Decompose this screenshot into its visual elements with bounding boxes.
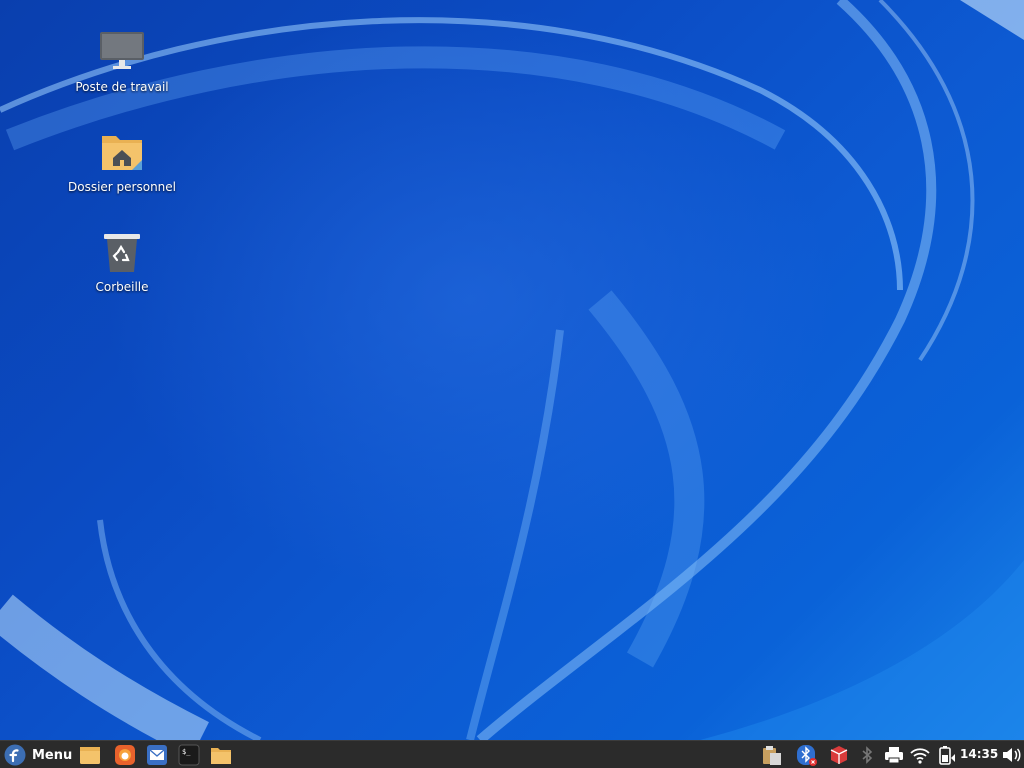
- files-icon: [80, 747, 100, 764]
- home-folder-icon: [102, 136, 142, 170]
- tray-clipboard[interactable]: [761, 743, 783, 767]
- volume-icon: [1003, 748, 1021, 762]
- launcher-terminal[interactable]: $_: [177, 743, 201, 767]
- mail-icon: [147, 745, 167, 765]
- package-updates-icon: [830, 746, 848, 764]
- svg-text:$_: $_: [182, 748, 191, 756]
- tray-printer[interactable]: [883, 743, 905, 767]
- clipboard-icon: [763, 746, 781, 765]
- wallpaper: [0, 0, 1024, 740]
- fedora-logo-icon: [4, 744, 26, 766]
- computer-icon: [100, 32, 144, 69]
- desktop-icon-home-folder[interactable]: Dossier personnel: [62, 128, 182, 194]
- desktop-icon-label: Dossier personnel: [67, 180, 176, 194]
- desktop-icon-computer[interactable]: Poste de travail: [62, 28, 182, 94]
- tray-bluetooth[interactable]: [856, 743, 878, 767]
- tray-battery[interactable]: [935, 743, 957, 767]
- launcher-folder[interactable]: [209, 743, 233, 767]
- firefox-icon: [115, 745, 135, 765]
- bluetooth-disabled-icon: [797, 745, 817, 766]
- desktop-icon-label: Poste de travail: [75, 80, 169, 94]
- folder-icon: [211, 748, 231, 764]
- launcher-mail[interactable]: [145, 743, 169, 767]
- terminal-icon: $_: [178, 744, 200, 766]
- panel-clock[interactable]: 14:35: [960, 741, 998, 768]
- desktop: Poste de travail Dossier personnel Corbe…: [0, 0, 1024, 740]
- tray-volume[interactable]: [1000, 743, 1022, 767]
- menu-label: Menu: [32, 747, 73, 763]
- menu-button[interactable]: Menu: [2, 742, 78, 768]
- tray-bluetooth-disabled[interactable]: [796, 743, 818, 767]
- launcher-firefox[interactable]: [113, 743, 137, 767]
- desktop-icon-label: Corbeille: [95, 280, 149, 294]
- tray-wifi[interactable]: [909, 743, 931, 767]
- wifi-icon: [910, 748, 930, 764]
- tray-package-updates[interactable]: [828, 743, 850, 767]
- printer-icon: [885, 747, 903, 764]
- launcher-files[interactable]: [78, 743, 102, 767]
- trash-icon: [104, 234, 140, 272]
- bluetooth-icon: [862, 746, 873, 764]
- battery-icon: [939, 746, 955, 765]
- taskbar-panel: Menu $_ 14:35: [0, 740, 1024, 768]
- desktop-icon-trash[interactable]: Corbeille: [62, 228, 182, 294]
